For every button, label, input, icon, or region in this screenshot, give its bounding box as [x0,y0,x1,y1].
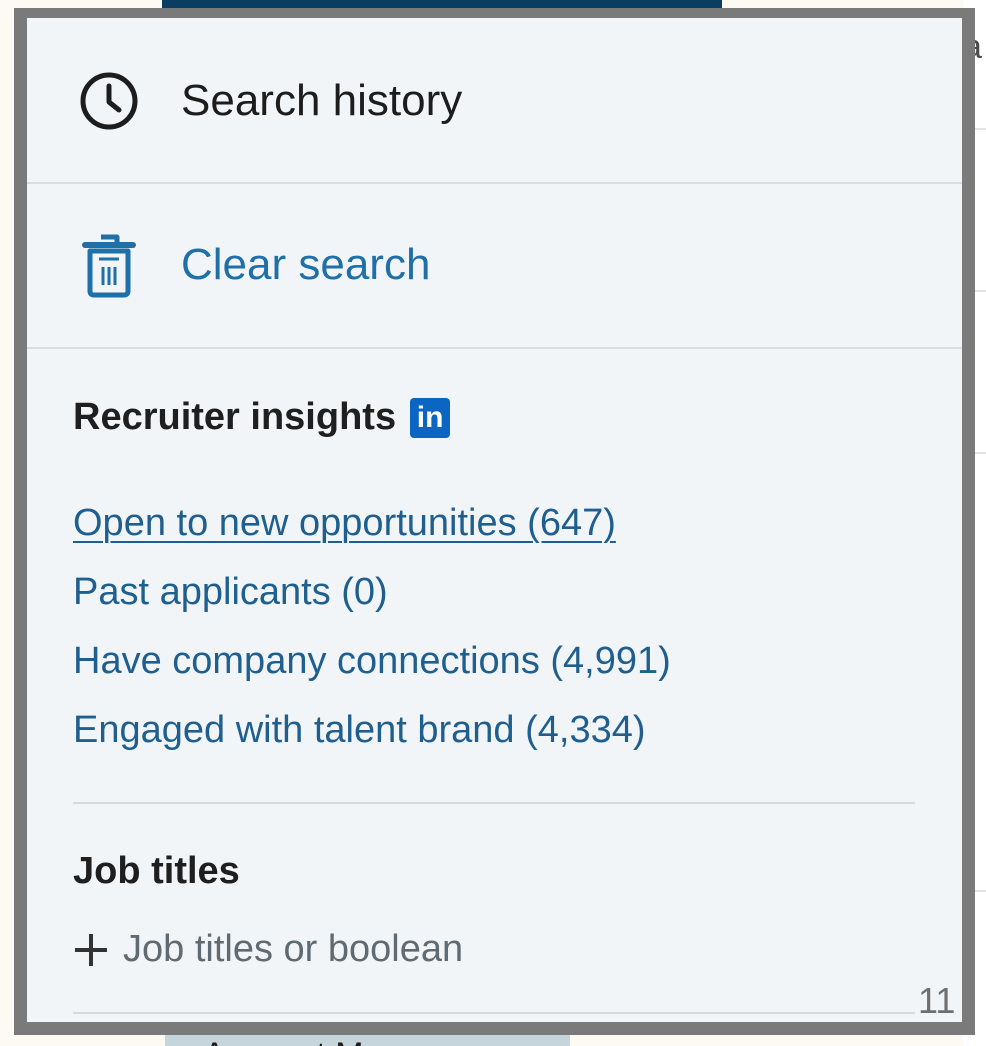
recruiter-insights-heading: Recruiter insights in [73,396,451,439]
insight-open-to-new-opportunities-link[interactable]: Open to new opportunities (647) [73,502,616,545]
insight-talent-brand-link[interactable]: Engaged with talent brand (4,334) [73,709,646,752]
menu-divider [27,347,962,349]
recruiter-insights-title: Recruiter insights [73,396,397,438]
linkedin-icon: in [410,397,451,438]
clear-search-button[interactable]: Clear search [27,183,962,348]
search-history-label: Search history [181,76,463,125]
trash-icon [77,234,141,298]
job-titles-heading: Job titles [73,850,240,892]
search-history-item[interactable]: Search history [27,18,962,183]
background-tag-label: Account Manager [203,1036,470,1046]
section-divider [73,1012,915,1014]
background-page-number: 11 [918,980,956,1021]
plus-icon [73,932,109,968]
insight-company-connections-link[interactable]: Have company connections (4,991) [73,640,671,683]
clear-search-label: Clear search [181,240,431,289]
search-dropdown-panel: Search history Clear search Recruiter in… [14,8,975,1035]
add-job-title-button[interactable]: Job titles or boolean [73,928,463,971]
insight-past-applicants-link[interactable]: Past applicants (0) [73,571,388,614]
add-job-title-placeholder: Job titles or boolean [123,928,464,970]
clock-icon [77,69,141,133]
section-divider [73,802,915,804]
